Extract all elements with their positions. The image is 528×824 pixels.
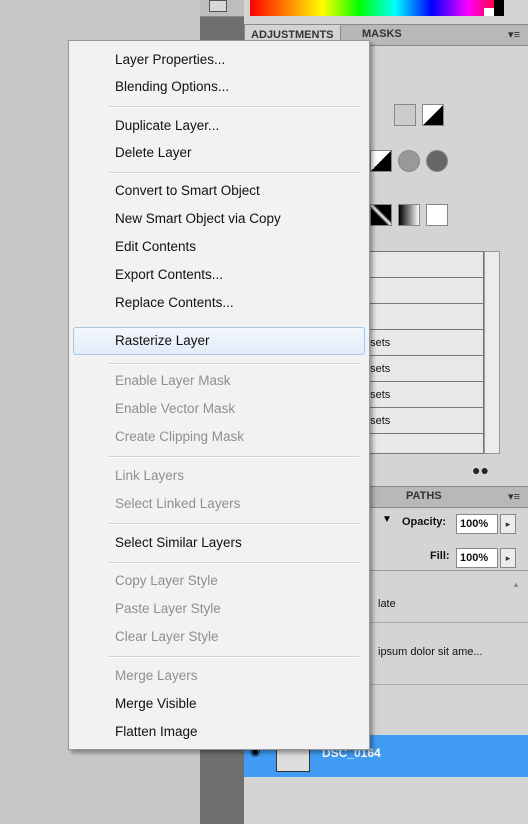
- color-black-swatch[interactable]: [494, 0, 504, 16]
- menu-item-merge-visible[interactable]: Merge Visible: [115, 696, 197, 711]
- layer-name[interactable]: late: [378, 598, 396, 610]
- menu-item-copy-layer-style[interactable]: Copy Layer Style: [115, 573, 218, 588]
- layer-name[interactable]: ipsum dolor sit ame...: [378, 646, 483, 658]
- menu-separator: [109, 523, 359, 525]
- menu-item-rasterize-layer[interactable]: Rasterize Layer: [115, 333, 210, 348]
- menu-item-delete-layer[interactable]: Delete Layer: [115, 145, 192, 160]
- tool-button[interactable]: [209, 0, 227, 12]
- tab-masks[interactable]: MASKS: [362, 28, 402, 40]
- photo-filter-icon[interactable]: [398, 150, 420, 172]
- curves-icon[interactable]: [394, 104, 416, 126]
- menu-item-enable-vector-mask[interactable]: Enable Vector Mask: [115, 401, 235, 416]
- menu-item-layer-properties[interactable]: Layer Properties...: [115, 52, 225, 67]
- black-white-icon[interactable]: [370, 150, 392, 172]
- menu-item-new-smart-object-via-copy[interactable]: New Smart Object via Copy: [115, 211, 281, 226]
- tab-paths[interactable]: PATHS: [406, 490, 442, 502]
- layers-scroll-up-icon[interactable]: ▲: [512, 580, 520, 589]
- opacity-field[interactable]: 100%: [456, 514, 498, 534]
- channel-mixer-icon[interactable]: [426, 150, 448, 172]
- menu-item-export-contents[interactable]: Export Contents...: [115, 267, 223, 282]
- opacity-arrow-icon[interactable]: ▸: [500, 514, 516, 534]
- menu-item-merge-layers[interactable]: Merge Layers: [115, 668, 198, 683]
- menu-item-flatten-image[interactable]: Flatten Image: [115, 724, 198, 739]
- menu-item-replace-contents[interactable]: Replace Contents...: [115, 295, 234, 310]
- color-spectrum[interactable]: [250, 0, 504, 16]
- fill-arrow-icon[interactable]: ▸: [500, 548, 516, 568]
- menu-item-create-clipping-mask[interactable]: Create Clipping Mask: [115, 429, 244, 444]
- fill-label: Fill:: [430, 550, 450, 562]
- adjustments-footer-icon[interactable]: ●●: [472, 462, 489, 478]
- menu-separator: [109, 172, 359, 174]
- menu-item-clear-layer-style[interactable]: Clear Layer Style: [115, 629, 219, 644]
- menu-item-blending-options[interactable]: Blending Options...: [115, 79, 229, 94]
- opacity-label: Opacity:: [402, 516, 447, 528]
- exposure-icon[interactable]: [422, 104, 444, 126]
- context-menu: Layer Properties... Blending Options... …: [68, 40, 370, 750]
- menu-item-convert-to-smart-object[interactable]: Convert to Smart Object: [115, 183, 260, 198]
- blend-mode-chevron-down-icon[interactable]: ▼: [382, 514, 392, 525]
- menu-separator: [109, 656, 359, 658]
- menu-item-select-linked-layers[interactable]: Select Linked Layers: [115, 496, 240, 511]
- menu-item-link-layers[interactable]: Link Layers: [115, 468, 184, 483]
- menu-separator: [109, 562, 359, 564]
- menu-item-enable-layer-mask[interactable]: Enable Layer Mask: [115, 373, 231, 388]
- menu-item-edit-contents[interactable]: Edit Contents: [115, 239, 196, 254]
- menu-separator: [109, 106, 359, 108]
- presets-scrollbar[interactable]: [484, 251, 500, 454]
- color-white-swatch[interactable]: [484, 8, 494, 16]
- menu-item-duplicate-layer[interactable]: Duplicate Layer...: [115, 118, 219, 133]
- menu-item-select-similar-layers[interactable]: Select Similar Layers: [115, 535, 242, 550]
- menu-separator: [109, 456, 359, 458]
- panel-menu-icon[interactable]: ▾≡: [508, 28, 520, 41]
- menu-item-paste-layer-style[interactable]: Paste Layer Style: [115, 601, 221, 616]
- gradient-map-icon[interactable]: [398, 204, 420, 226]
- fill-field[interactable]: 100%: [456, 548, 498, 568]
- invert-icon[interactable]: [370, 204, 392, 226]
- selective-color-icon[interactable]: [426, 204, 448, 226]
- menu-separator: [109, 363, 359, 365]
- panel-menu-icon[interactable]: ▾≡: [508, 490, 520, 503]
